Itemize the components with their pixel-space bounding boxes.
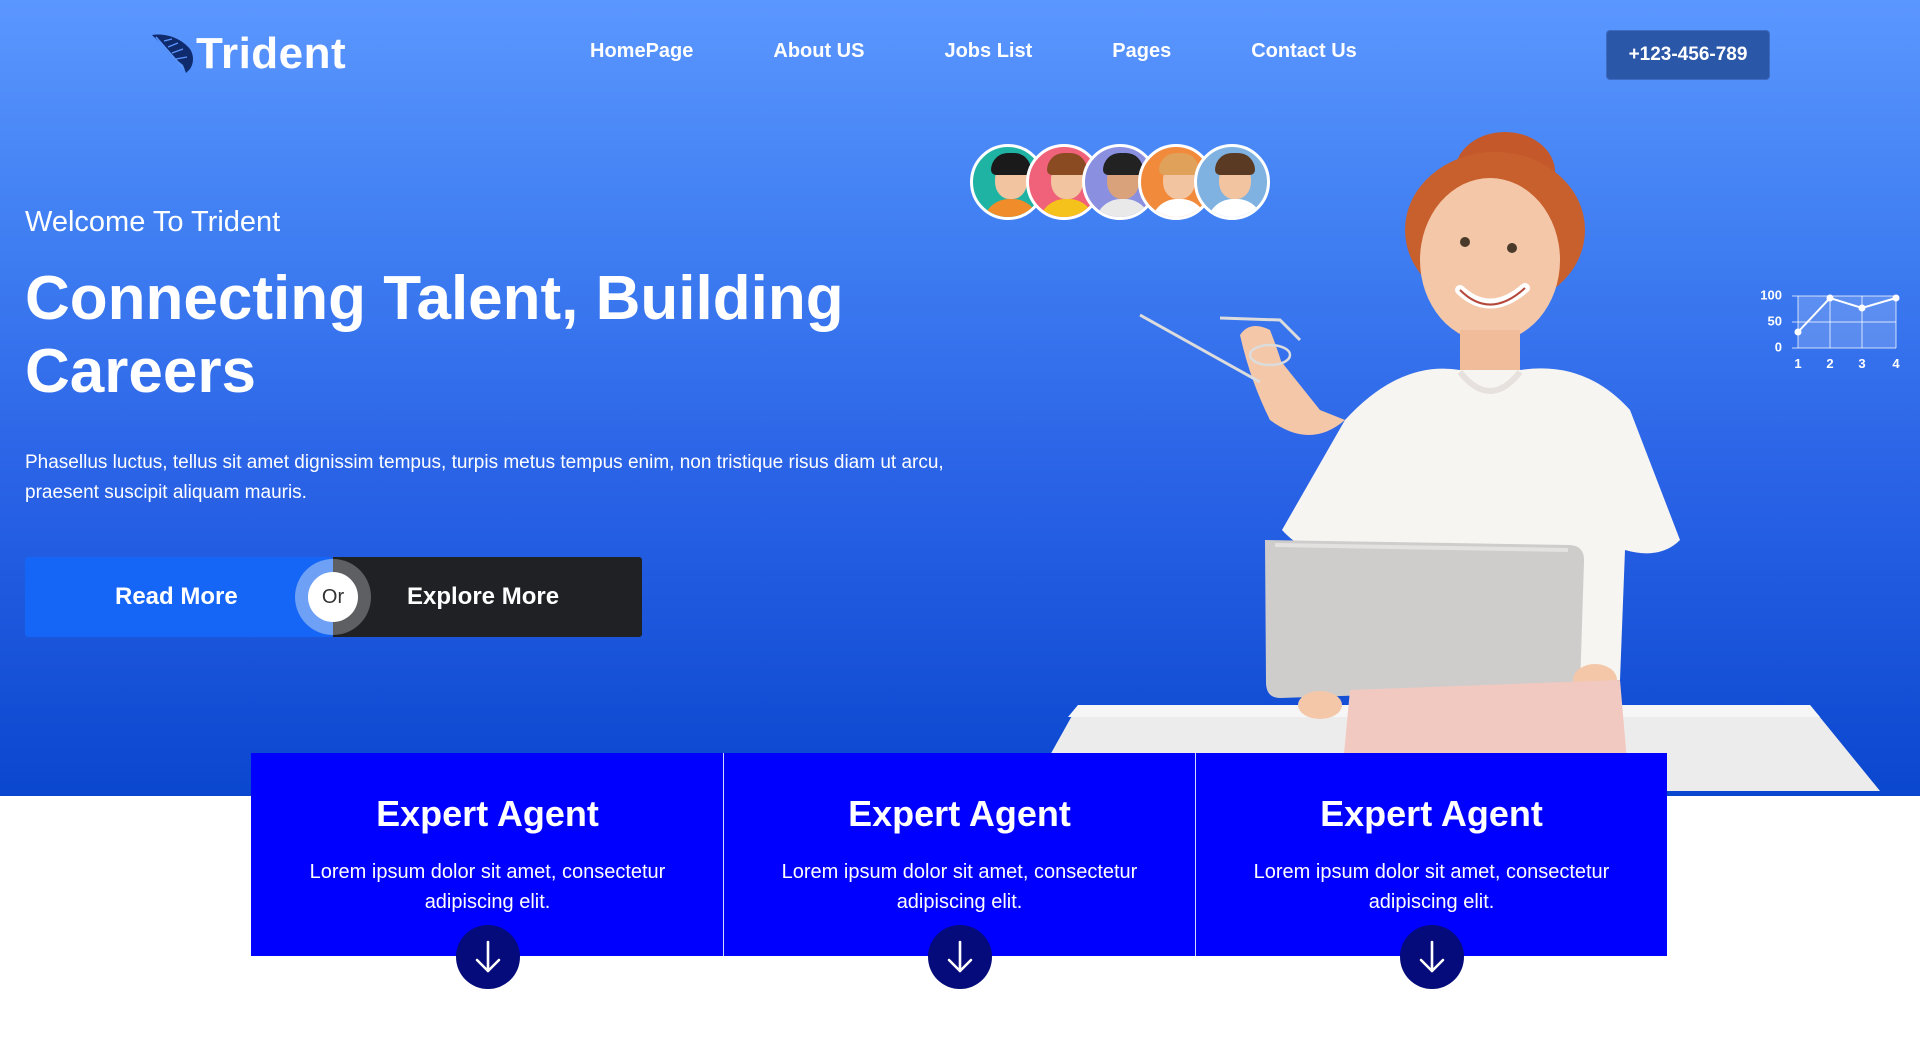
mini-chart-x-label: 3 [1858, 356, 1865, 371]
card-arrow-button[interactable] [456, 925, 520, 989]
mini-chart-y-label: 100 [1760, 287, 1782, 302]
nav-home[interactable]: HomePage [590, 40, 693, 63]
hero-section: Trident HomePage About US Jobs List Page… [0, 0, 1920, 796]
feature-card: Expert Agent Lorem ipsum dolor sit amet,… [1195, 753, 1667, 989]
feature-card: Expert Agent Lorem ipsum dolor sit amet,… [251, 753, 723, 989]
feature-card: Expert Agent Lorem ipsum dolor sit amet,… [723, 753, 1195, 989]
or-label: Or [308, 572, 358, 622]
mini-chart-y-label: 50 [1768, 313, 1782, 328]
welcome-text: Welcome To Trident [25, 206, 281, 238]
logo-text: Trident [196, 29, 347, 78]
card-text: Lorem ipsum dolor sit amet, consectetur … [1253, 861, 1610, 913]
mini-chart-x-label: 1 [1794, 356, 1801, 371]
nav-jobs[interactable]: Jobs List [944, 40, 1032, 63]
card-text: Lorem ipsum dolor sit amet, consectetur … [781, 861, 1138, 913]
card-arrow-button[interactable] [928, 925, 992, 989]
arrow-down-icon [475, 940, 501, 973]
arrow-down-icon [1419, 940, 1445, 973]
card-arrow-button[interactable] [1400, 925, 1464, 989]
mini-chart: 100 50 0 1 2 3 4 [1760, 287, 1900, 371]
woman-with-laptop-image [1139, 132, 1680, 796]
phone-button[interactable]: +123-456-789 [1606, 30, 1770, 80]
hero-description: Phasellus luctus, tellus sit amet dignis… [25, 452, 944, 503]
read-more-button[interactable]: Read More [25, 557, 333, 637]
nav-about[interactable]: About US [773, 40, 864, 63]
mini-chart-x-label: 4 [1892, 356, 1900, 371]
nav-pages[interactable]: Pages [1112, 40, 1171, 63]
or-divider: Or [295, 559, 371, 635]
logo[interactable]: Trident [150, 28, 346, 80]
nav-contact[interactable]: Contact Us [1251, 40, 1357, 63]
hero-headline: Connecting Talent, Building Careers [25, 264, 844, 406]
card-text: Lorem ipsum dolor sit amet, consectetur … [309, 861, 666, 913]
card-title: Expert Agent [848, 793, 1071, 834]
card-title: Expert Agent [1320, 793, 1543, 834]
mini-chart-x-label: 2 [1826, 356, 1833, 371]
arrow-down-icon [947, 940, 973, 973]
feature-cards: Expert Agent Lorem ipsum dolor sit amet,… [251, 753, 1669, 989]
card-title: Expert Agent [376, 793, 599, 834]
explore-more-button[interactable]: Explore More [333, 557, 642, 637]
mini-chart-y-label: 0 [1775, 339, 1782, 354]
main-nav: HomePage About US Jobs List Pages Contac… [590, 40, 1437, 63]
cta-group: Read More Explore More Or [25, 557, 642, 637]
feather-icon [152, 34, 193, 73]
